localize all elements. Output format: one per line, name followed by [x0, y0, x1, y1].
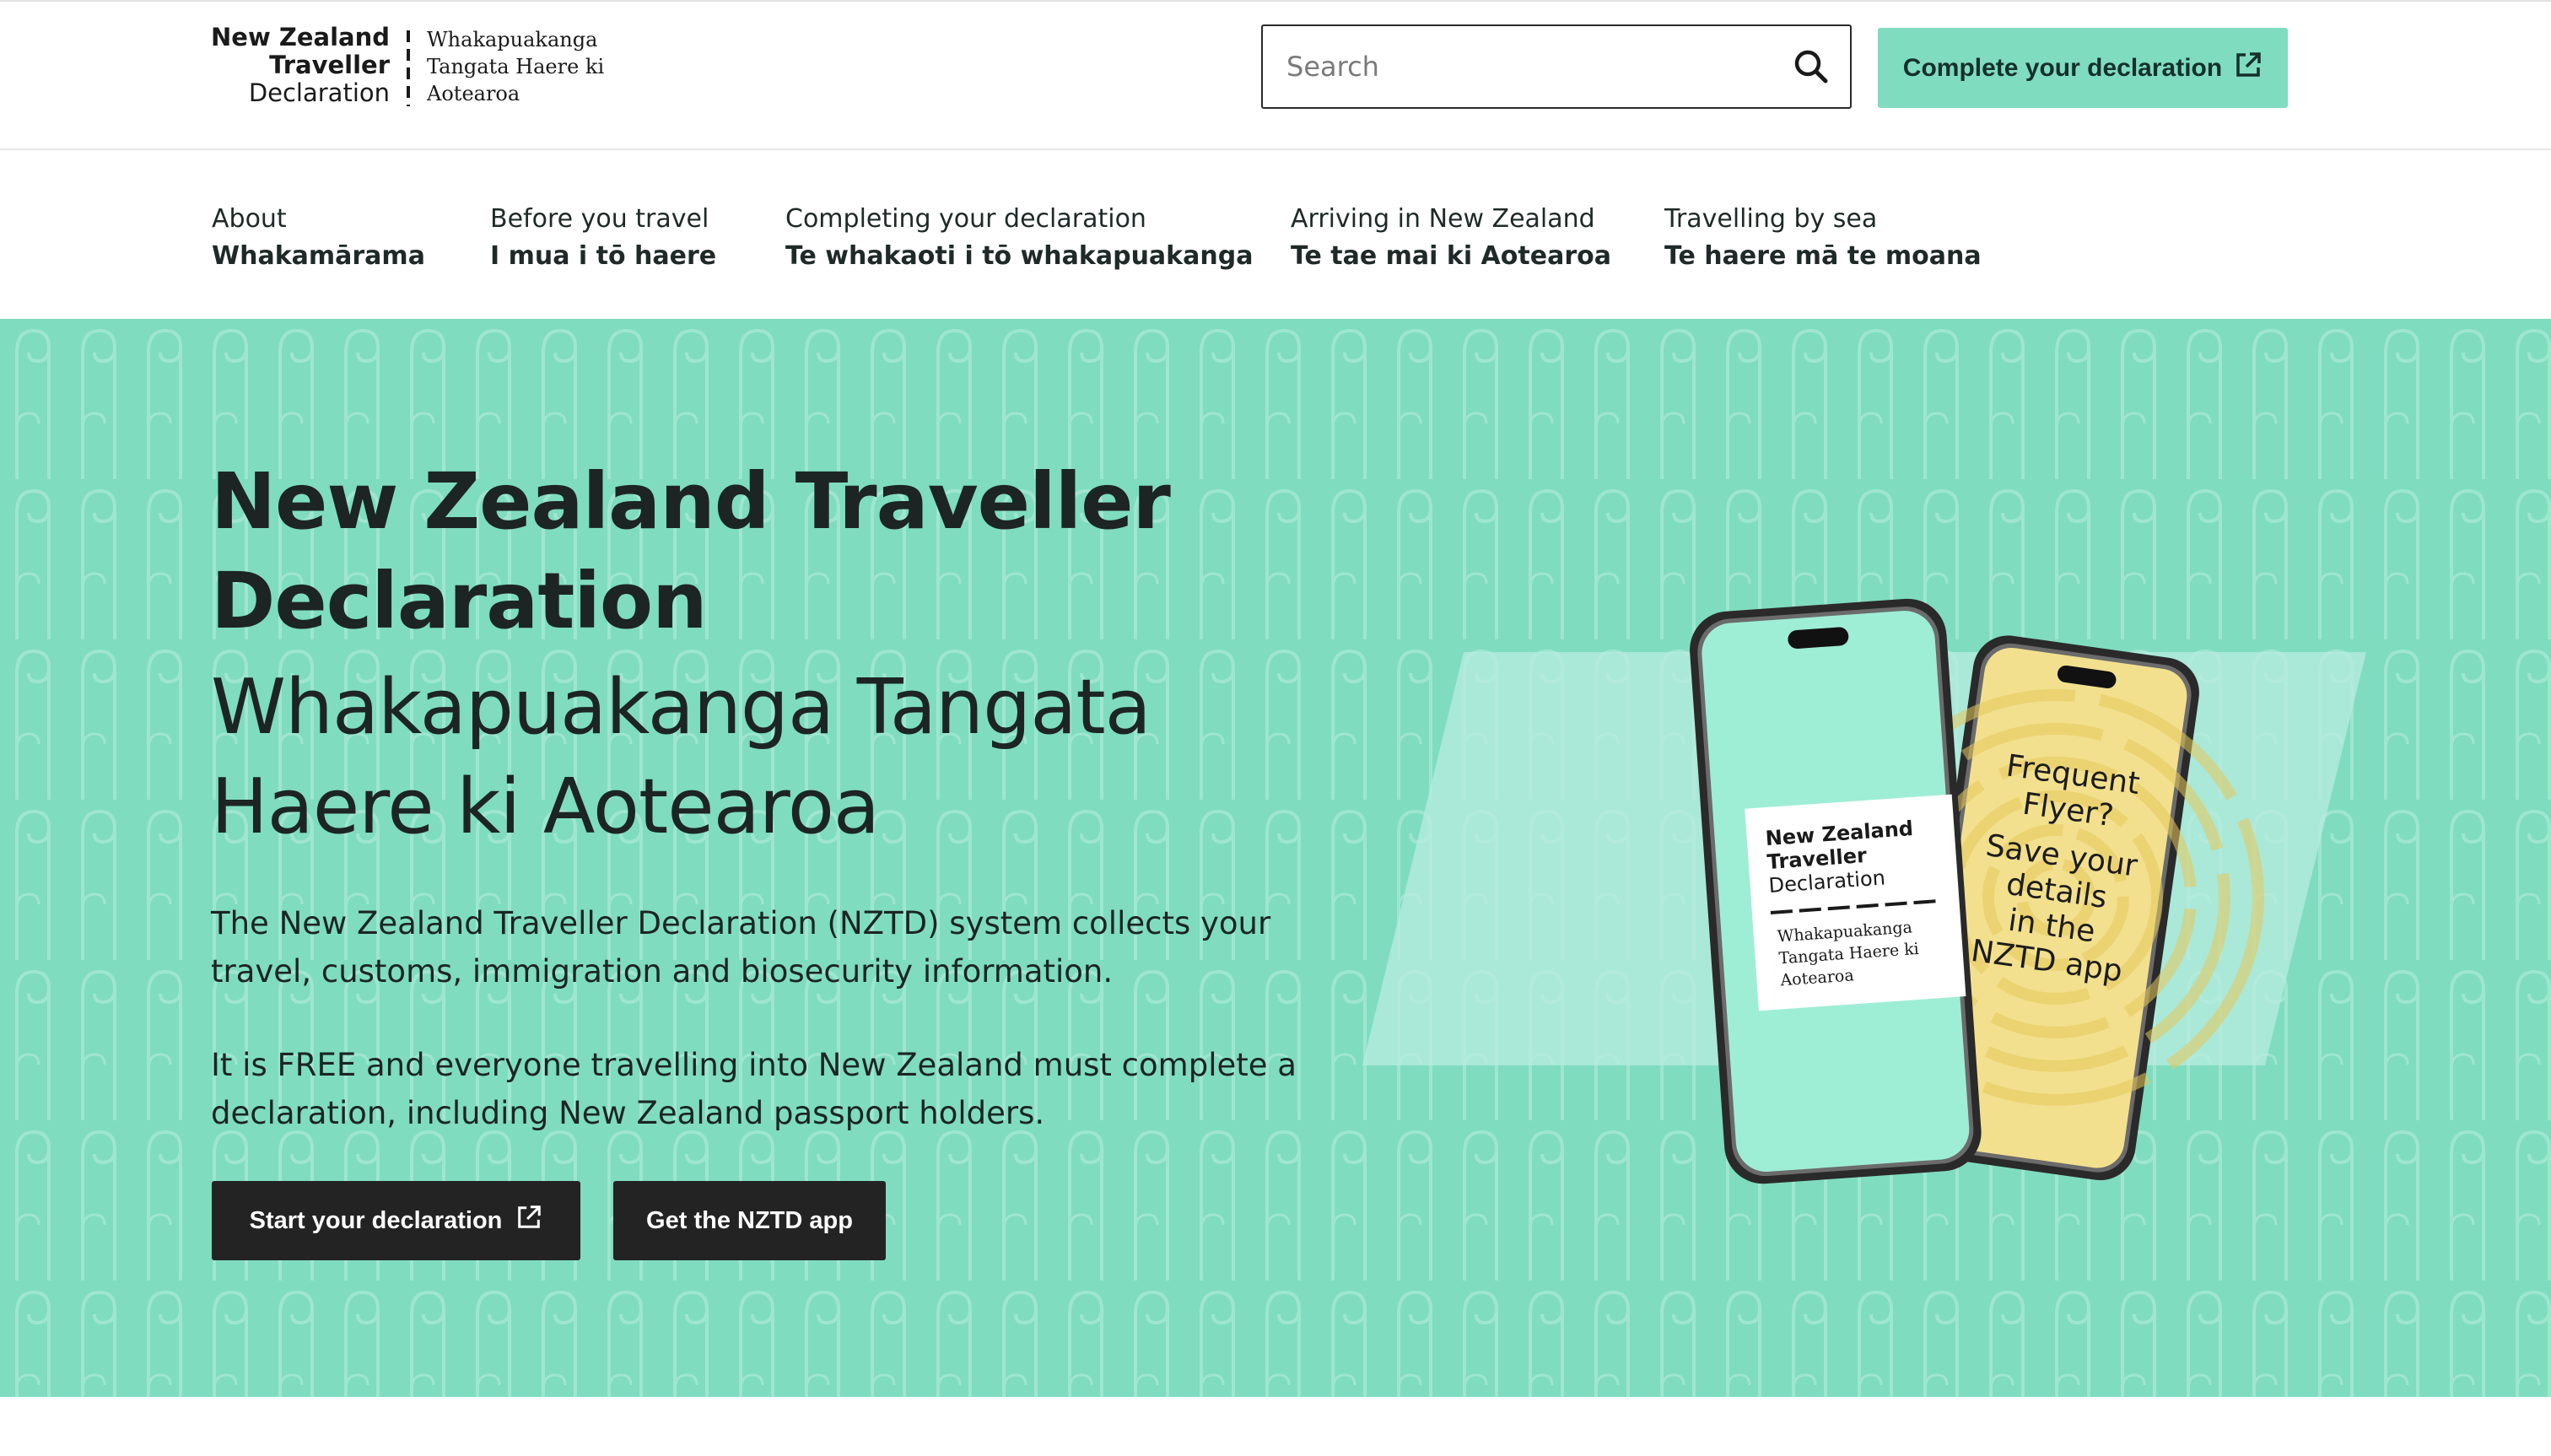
nav-item-en-label: Completing your declaration [785, 204, 1146, 234]
nav-item-en-label: Arriving in New Zealand [1291, 204, 1595, 234]
hero-intro-paragraph: The New Zealand Traveller Declaration (N… [211, 905, 1271, 990]
logo-en-line3: Declaration [248, 78, 391, 107]
site-header: New Zealand Traveller Declaration Whakap… [0, 2, 2551, 150]
nav-item-mi-label: Whakamārama [212, 241, 425, 271]
hero-banner: New Zealand Traveller Declaration Whakap… [0, 319, 2551, 1397]
nav-item-mi-label: I mua i tō haere [490, 241, 717, 271]
search-input[interactable] [1263, 26, 1769, 107]
get-app-label: Get the NZTD app [646, 1206, 853, 1234]
logo-mi-line1: Whakapuakanga [427, 28, 598, 51]
nav-item-mi-label: Te haere mā te moana [1664, 241, 1982, 271]
start-declaration-label: Start your declaration [249, 1206, 503, 1234]
hero-title: New Zealand Traveller Declaration [211, 456, 1171, 646]
complete-declaration-button[interactable]: Complete your declaration [1878, 28, 2288, 108]
logo-mi-line2: Tangata Haere ki [427, 55, 605, 78]
site-logo[interactable]: New Zealand Traveller Declaration Whakap… [211, 24, 604, 108]
hero-free-paragraph: It is FREE and everyone travelling into … [211, 1047, 1297, 1131]
hero-subtitle: Whakapuakanga Tangata Haere ki Aotearoa [211, 663, 1151, 851]
phones-illustration: Frequent Flyer? Save your details in the… [1362, 598, 2366, 1184]
logo-english: New Zealand Traveller Declaration [211, 24, 390, 108]
nav-item-before-you-travel[interactable]: Before you travel I mua i tō haere [490, 201, 716, 275]
search-icon[interactable] [1791, 46, 1831, 87]
logo-en-line2: Traveller [269, 51, 391, 79]
external-link-icon [2234, 51, 2262, 86]
logo-maori: Whakapuakanga Tangata Haere ki Aotearoa [427, 24, 604, 108]
start-declaration-button[interactable]: Start your declaration [212, 1181, 580, 1260]
nav-item-completing-declaration[interactable]: Completing your declaration Te whakaoti … [785, 201, 1253, 275]
search-box [1261, 24, 1852, 109]
nav-item-about[interactable]: About Whakamārama [212, 201, 425, 275]
nav-item-en-label: About [212, 204, 287, 234]
logo-en-line1: New Zealand [211, 23, 391, 51]
nav-item-en-label: Before you travel [490, 204, 709, 234]
nav-item-mi-label: Te tae mai ki Aotearoa [1291, 241, 1611, 271]
nav-item-en-label: Travelling by sea [1664, 204, 1878, 234]
logo-mi-line3: Aotearoa [427, 82, 520, 105]
nav-item-arriving-nz[interactable]: Arriving in New Zealand Te tae mai ki Ao… [1291, 201, 1611, 275]
logo-divider [407, 30, 411, 106]
nav-item-mi-label: Te whakaoti i tō whakapuakanga [785, 241, 1254, 271]
nav-item-travelling-by-sea[interactable]: Travelling by sea Te haere mā te moana [1664, 201, 1982, 275]
main-nav: About Whakamārama Before you travel I mu… [0, 150, 2551, 319]
complete-declaration-label: Complete your declaration [1902, 53, 2223, 82]
get-app-button[interactable]: Get the NZTD app [613, 1181, 886, 1260]
content-below-fold [0, 1397, 2551, 1456]
page: New Zealand Traveller Declaration Whakap… [0, 0, 2551, 1456]
phone-left: New Zealand Traveller Declaration Whakap… [1690, 598, 1982, 1184]
external-link-icon [515, 1204, 542, 1238]
